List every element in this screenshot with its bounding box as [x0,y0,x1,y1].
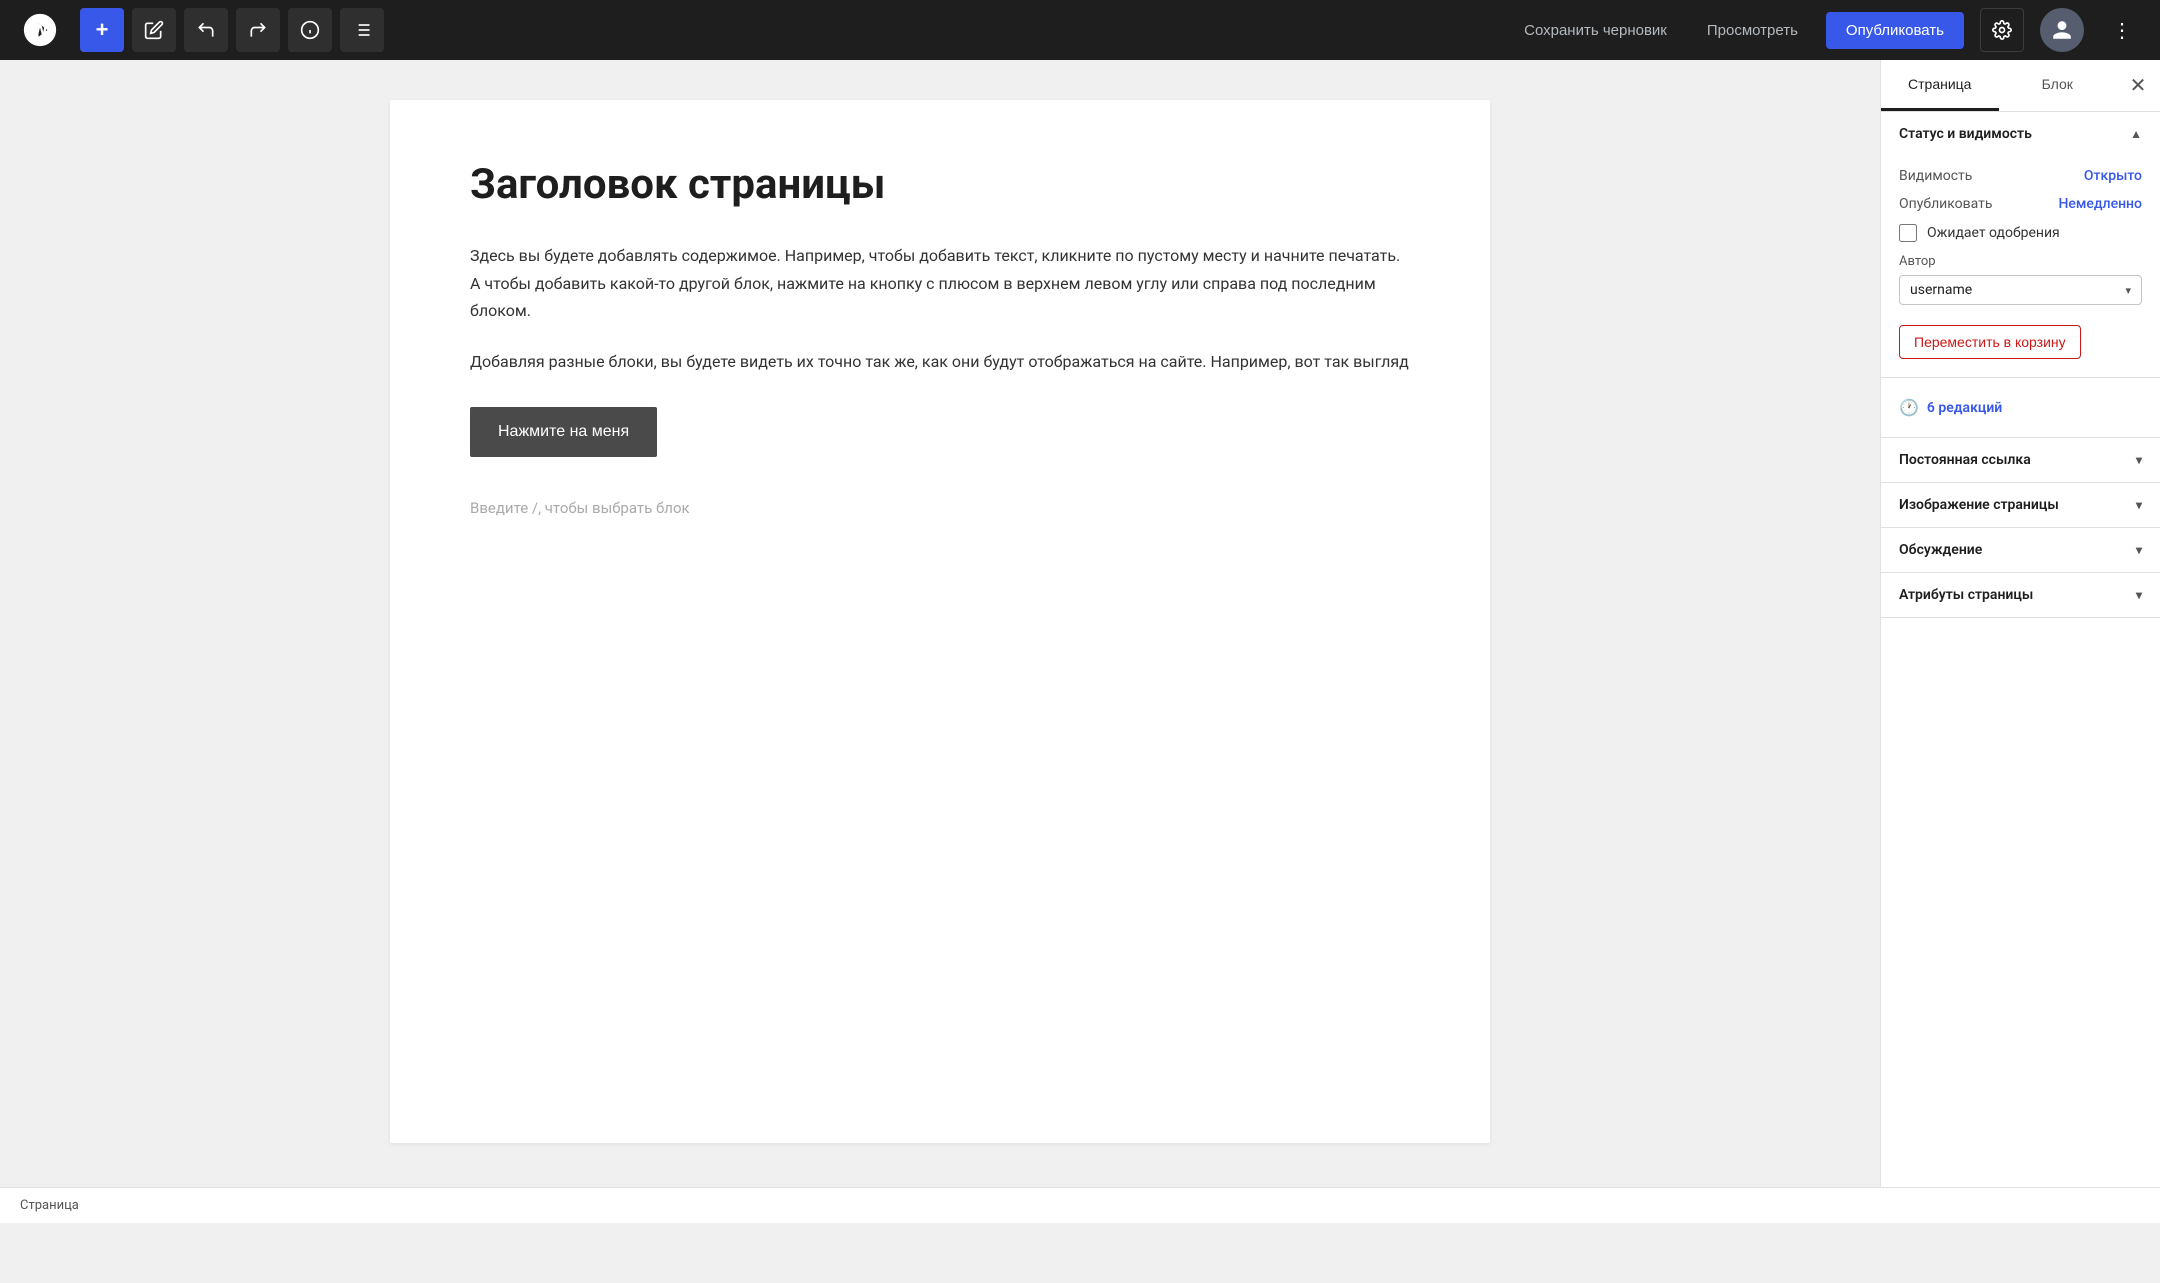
discussion-section: Обсуждение ▾ [1881,528,2160,573]
toolbar: W + [0,0,2160,60]
more-options-button[interactable]: ⋮ [2100,8,2144,52]
block-placeholder[interactable]: Введите /, чтобы выбрать блок [470,489,1410,527]
status-visibility-body: Видимость Открыто Опубликовать Немедленн… [1881,156,2160,377]
publish-row: Опубликовать Немедленно [1899,190,2142,218]
author-row: Автор username ▾ [1899,248,2142,315]
publish-value[interactable]: Немедленно [2058,196,2142,212]
page-attributes-chevron-icon: ▾ [2136,588,2142,602]
revisions-count[interactable]: 6 редакций [1927,400,2002,416]
page-attributes-header[interactable]: Атрибуты страницы ▾ [1881,573,2160,617]
user-avatar-button[interactable] [2040,8,2084,52]
add-block-button[interactable]: + [80,8,124,52]
list-view-button[interactable] [340,8,384,52]
publish-button[interactable]: Опубликовать [1826,12,1964,49]
redo-button[interactable] [236,8,280,52]
cta-block-button[interactable]: Нажмите на меня [470,407,657,457]
editor-area: Заголовок страницы Здесь вы будете добав… [0,60,1880,1223]
status-visibility-section: Статус и видимость ▲ Видимость Открыто О… [1881,112,2160,378]
paragraph-1[interactable]: Здесь вы будете добавлять содержимое. На… [470,242,1410,324]
tab-block[interactable]: Блок [1999,60,2117,111]
wp-logo-icon: W [16,6,64,54]
awaiting-approval-label: Ожидает одобрения [1927,225,2060,241]
info-button[interactable] [288,8,332,52]
page-attributes-section: Атрибуты страницы ▾ [1881,573,2160,618]
visibility-label: Видимость [1899,168,1972,184]
discussion-header[interactable]: Обсуждение ▾ [1881,528,2160,572]
permalink-chevron-icon: ▾ [2136,453,2142,467]
clock-icon: 🕐 [1899,398,1919,417]
featured-image-section: Изображение страницы ▾ [1881,483,2160,528]
sidebar: Страница Блок ✕ Статус и видимость ▲ Вид… [1880,60,2160,1223]
featured-image-header[interactable]: Изображение страницы ▾ [1881,483,2160,527]
featured-image-chevron-icon: ▾ [2136,498,2142,512]
main-layout: Заголовок страницы Здесь вы будете добав… [0,60,2160,1223]
author-label: Автор [1899,254,2142,269]
move-to-trash-button[interactable]: Переместить в корзину [1899,325,2081,359]
editor-content: Заголовок страницы Здесь вы будете добав… [390,100,1490,1143]
save-draft-button[interactable]: Сохранить черновик [1512,14,1679,47]
author-select[interactable]: username ▾ [1899,275,2142,305]
toolbar-right: Сохранить черновик Просмотреть Опубликов… [1512,8,2144,52]
tab-page[interactable]: Страница [1881,60,1999,111]
revisions-section: 🕐 6 редакций [1881,378,2160,438]
settings-button[interactable] [1980,8,2024,52]
page-title[interactable]: Заголовок страницы [470,160,1410,210]
awaiting-approval-checkbox[interactable] [1899,224,1917,242]
status-bar-label: Страница [20,1198,79,1213]
author-dropdown-icon: ▾ [2125,284,2131,297]
undo-button[interactable] [184,8,228,52]
revisions-row: 🕐 6 редакций [1899,392,2002,423]
svg-text:W: W [32,20,48,41]
revisions-header[interactable]: 🕐 6 редакций [1881,378,2160,437]
status-visibility-header[interactable]: Статус и видимость ▲ [1881,112,2160,156]
preview-button[interactable]: Просмотреть [1695,14,1810,47]
permalink-section: Постоянная ссылка ▾ [1881,438,2160,483]
sidebar-tabs: Страница Блок ✕ [1881,60,2160,112]
chevron-up-icon: ▲ [2130,127,2142,141]
visibility-value[interactable]: Открыто [2084,168,2142,184]
permalink-header[interactable]: Постоянная ссылка ▾ [1881,438,2160,482]
sidebar-close-button[interactable]: ✕ [2116,64,2160,108]
status-bar: Страница [0,1187,2160,1223]
paragraph-2[interactable]: Добавляя разные блоки, вы будете видеть … [470,348,1410,375]
author-value: username [1910,282,2119,298]
discussion-chevron-icon: ▾ [2136,543,2142,557]
publish-label: Опубликовать [1899,196,1993,212]
awaiting-approval-row: Ожидает одобрения [1899,218,2142,248]
visibility-row: Видимость Открыто [1899,162,2142,190]
edit-tool-button[interactable] [132,8,176,52]
